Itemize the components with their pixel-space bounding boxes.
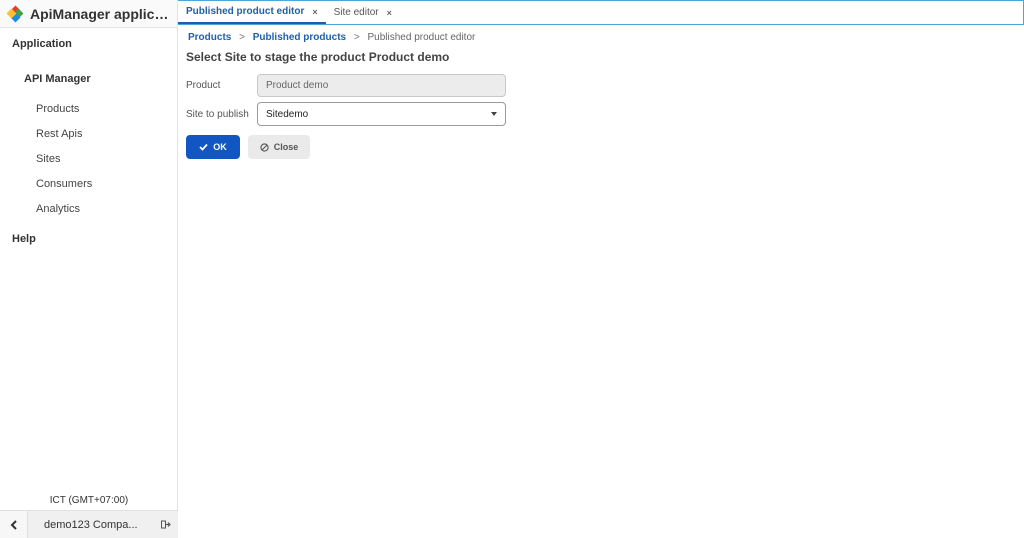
main-content: Published product editor × Site editor ×… xyxy=(178,0,1024,538)
tab-label: Site editor xyxy=(333,7,379,18)
app-logo-icon xyxy=(6,5,24,22)
site-row: Site to publish Sitedemo xyxy=(186,102,506,126)
tab-site-editor[interactable]: Site editor × xyxy=(326,1,400,24)
sidebar-footer: demo123 Compa... xyxy=(0,510,178,538)
timezone-label: ICT (GMT+07:00) xyxy=(49,495,129,506)
sidebar-item-analytics[interactable]: Analytics xyxy=(0,197,177,222)
logout-button[interactable] xyxy=(154,520,178,529)
product-row: Product Product demo xyxy=(186,74,506,97)
ok-button[interactable]: OK xyxy=(186,135,240,159)
ban-icon xyxy=(260,142,269,152)
tab-published-product-editor[interactable]: Published product editor × xyxy=(178,1,326,24)
page-title: Select Site to stage the product Product… xyxy=(186,50,450,64)
sidebar-item-rest-apis[interactable]: Rest Apis xyxy=(0,122,177,147)
logout-icon xyxy=(161,520,171,529)
breadcrumb-published-products[interactable]: Published products xyxy=(253,32,346,43)
close-button[interactable]: Close xyxy=(248,135,310,159)
chevron-left-icon xyxy=(10,519,17,530)
close-icon[interactable]: × xyxy=(387,8,392,18)
site-label: Site to publish xyxy=(186,108,249,120)
app-title[interactable]: ApiManager applicati... xyxy=(30,6,175,22)
sidebar: ApiManager applicati... Application API … xyxy=(0,0,178,538)
ok-label: OK xyxy=(213,142,227,152)
breadcrumb-products[interactable]: Products xyxy=(188,32,231,43)
sidebar-item-consumers[interactable]: Consumers xyxy=(0,172,177,197)
product-field: Product demo xyxy=(257,74,506,97)
breadcrumb-current: Published product editor xyxy=(367,32,476,43)
sidebar-item-sites[interactable]: Sites xyxy=(0,147,177,172)
close-icon[interactable]: × xyxy=(312,7,317,17)
site-select[interactable]: Sitedemo xyxy=(257,102,506,126)
check-icon xyxy=(199,143,208,151)
nav-group-application[interactable]: Application xyxy=(0,32,177,57)
nav-group-help[interactable]: Help xyxy=(0,227,177,252)
chevron-down-icon xyxy=(491,112,497,116)
close-label: Close xyxy=(273,142,299,152)
breadcrumb-separator: > xyxy=(239,32,245,43)
sidebar-nav: Application API Manager Products Rest Ap… xyxy=(0,32,177,252)
app-window: ApiManager applicati... Application API … xyxy=(0,0,1024,538)
collapse-sidebar-button[interactable] xyxy=(0,510,28,538)
product-label: Product xyxy=(186,80,221,91)
company-name[interactable]: demo123 Compa... xyxy=(28,519,154,531)
tab-bar: Published product editor × Site editor × xyxy=(178,0,1024,25)
breadcrumb-separator: > xyxy=(353,32,360,43)
sidebar-item-products[interactable]: Products xyxy=(0,97,177,122)
site-select-value: Sitedemo xyxy=(266,108,309,120)
tab-label: Published product editor xyxy=(186,6,305,17)
breadcrumb: Products > Published products > Publishe… xyxy=(188,32,475,43)
nav-group-api-manager[interactable]: API Manager xyxy=(0,67,177,92)
sidebar-header: ApiManager applicati... xyxy=(0,0,177,28)
